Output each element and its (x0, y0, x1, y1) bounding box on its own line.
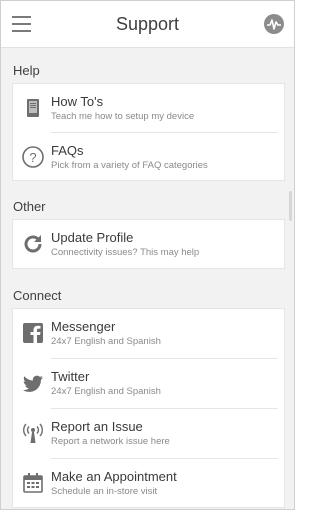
support-screen: Support Help How To's Teach me how to se… (0, 0, 295, 510)
signal-tower-icon (21, 421, 45, 445)
help-card: How To's Teach me how to setup my device… (12, 83, 285, 181)
refresh-icon (21, 232, 45, 256)
list-item-subtitle: Report a network issue here (51, 436, 170, 447)
list-item-title: Twitter (51, 369, 90, 384)
facebook-icon (21, 321, 45, 345)
svg-text:?: ? (29, 150, 36, 165)
list-item-title: Report an Issue (51, 419, 143, 434)
list-item-title: Update Profile (51, 230, 134, 245)
list-item-how-tos[interactable]: How To's Teach me how to setup my device (13, 84, 284, 132)
list-item-faqs[interactable]: ? FAQs Pick from a variety of FAQ catego… (13, 133, 284, 181)
calendar-icon (21, 471, 45, 495)
list-item-title: FAQs (51, 143, 84, 158)
section-label-other: Other (13, 199, 46, 214)
other-card: Update Profile Connectivity issues? This… (12, 219, 285, 269)
scrollbar-thumb[interactable] (289, 191, 292, 221)
list-item-subtitle: Connectivity issues? This may help (51, 247, 200, 258)
device-icon (21, 96, 45, 120)
list-item-twitter[interactable]: Twitter 24x7 English and Spanish (13, 359, 284, 407)
question-circle-icon: ? (21, 145, 45, 169)
list-item-title: How To's (51, 94, 104, 109)
list-item-subtitle: Teach me how to setup my device (51, 111, 195, 122)
list-item-title: Messenger (51, 319, 116, 334)
list-item-subtitle: 24x7 English and Spanish (51, 336, 161, 347)
list-item-messenger[interactable]: Messenger 24x7 English and Spanish (13, 309, 284, 357)
section-label-connect: Connect (13, 288, 62, 303)
top-app-bar: Support (1, 1, 294, 48)
page-title: Support (115, 14, 180, 34)
twitter-icon (21, 371, 45, 395)
list-item-report-issue[interactable]: Report an Issue Report a network issue h… (13, 409, 284, 457)
list-item-subtitle: 24x7 English and Spanish (51, 386, 161, 397)
list-item-subtitle: Pick from a variety of FAQ categories (51, 160, 208, 171)
list-item-make-appointment[interactable]: Make an Appointment Schedule an in-store… (13, 459, 284, 507)
list-item-subtitle: Schedule an in-store visit (51, 486, 158, 497)
network-status-icon[interactable] (264, 14, 284, 34)
section-label-help: Help (13, 63, 40, 78)
connect-card: Messenger 24x7 English and Spanish Twitt… (12, 308, 285, 508)
list-item-update-profile[interactable]: Update Profile Connectivity issues? This… (13, 220, 284, 268)
list-item-title: Make an Appointment (51, 469, 177, 484)
